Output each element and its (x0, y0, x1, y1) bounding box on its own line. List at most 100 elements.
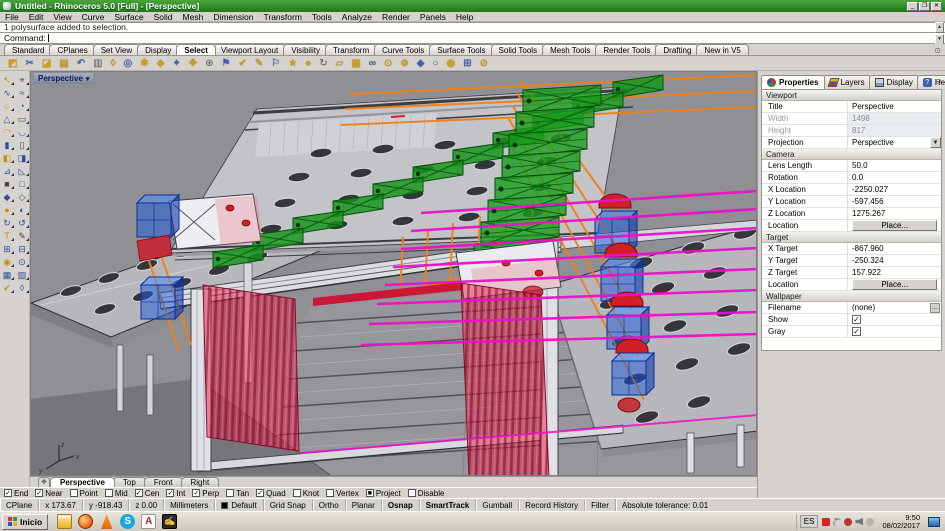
sidebar-tool-icon[interactable]: ◺ (16, 165, 29, 177)
toolbar-icon[interactable]: ○ (432, 57, 438, 70)
osnap-checkbox[interactable]: ✓ (134, 489, 143, 497)
browse-button[interactable]: ... (930, 303, 940, 313)
status-toggle[interactable]: Osnap (382, 499, 420, 511)
clock[interactable]: 9:50 08/02/2017 (878, 513, 924, 530)
sidebar-tool-icon[interactable]: ◧ (1, 152, 14, 164)
toolbar-icon[interactable]: ∞ (369, 57, 376, 70)
tab-options-icon[interactable]: ⊙ (934, 46, 941, 55)
osnap-checkbox[interactable] (226, 489, 235, 497)
panel-tab[interactable]: Layers (822, 75, 871, 89)
close-button[interactable]: ✕ (931, 1, 942, 11)
osnap-checkbox[interactable]: ✓ (4, 489, 12, 497)
toolbar-tab[interactable]: Mesh Tools (542, 44, 599, 55)
sidebar-tool-icon[interactable]: ⊞ (1, 243, 14, 255)
sidebar-tool-icon[interactable]: ✔ (1, 282, 14, 294)
sidebar-tool-icon[interactable]: ↺ (16, 217, 29, 229)
status-toggle[interactable]: Record History (519, 499, 586, 511)
toolbar-tab[interactable]: Visibility (283, 44, 328, 55)
sidebar-tool-icon[interactable]: ◆ (1, 191, 14, 203)
toolbar-icon[interactable]: ⊞ (463, 57, 471, 70)
menu-item[interactable]: View (48, 12, 76, 22)
menu-item[interactable]: Curve (77, 12, 110, 22)
property-row[interactable]: Filename (none)... (762, 302, 941, 314)
target-place-button[interactable]: Place... (852, 279, 938, 290)
osnap-checkbox[interactable] (104, 489, 113, 497)
status-toggle[interactable]: Grid Snap (264, 499, 313, 511)
viewport-tab[interactable]: Front (143, 477, 183, 487)
property-value[interactable]: 157.922 (848, 267, 941, 278)
property-row[interactable]: Lens Length 50.0 (762, 160, 941, 172)
scroll-up-icon[interactable]: ▲ (935, 22, 944, 33)
menu-item[interactable]: Help (451, 12, 478, 22)
taskbar-app-icon[interactable] (57, 514, 73, 529)
toolbar-tab[interactable]: Display (137, 44, 180, 55)
osnap-checkbox[interactable] (407, 489, 416, 497)
panel-tab[interactable]: Properties (761, 75, 825, 89)
toolbar-icon[interactable]: ▣ (351, 57, 360, 70)
osnap-toggle[interactable]: ✓ Int (166, 489, 185, 498)
status-toggle[interactable]: Gumball (476, 499, 520, 511)
sidebar-tool-icon[interactable]: ○ (1, 100, 14, 112)
osnap-checkbox[interactable] (69, 489, 78, 497)
sidebar-tool-icon[interactable]: □ (16, 178, 29, 190)
property-value[interactable]: 0.0 (848, 172, 941, 183)
menu-item[interactable]: Panels (415, 12, 451, 22)
sidebar-tool-icon[interactable]: ▯ (16, 139, 29, 151)
osnap-toggle[interactable]: ✓ Perp (192, 489, 219, 498)
property-row[interactable]: X Location -2250.027 (762, 184, 941, 196)
osnap-checkbox[interactable]: ■ (365, 489, 374, 497)
sidebar-tool-icon[interactable]: ▦ (1, 269, 14, 281)
sidebar-tool-icon[interactable]: ↖ (1, 74, 14, 86)
property-row[interactable]: Projection Perspective ▼ (762, 137, 941, 149)
property-row[interactable]: Show ✓ (762, 314, 941, 326)
toolbar-tab[interactable]: Set View (92, 44, 141, 55)
toolbar-icon[interactable]: ✎ (255, 57, 263, 70)
sidebar-tool-icon[interactable]: ▭ (16, 113, 29, 125)
toolbar-icon[interactable]: ◎ (124, 57, 133, 70)
property-row[interactable]: Rotation 0.0 (762, 172, 941, 184)
status-toggle[interactable]: Filter (585, 499, 616, 511)
viewport-tab[interactable]: Right (180, 477, 220, 487)
property-value[interactable]: -2250.027 (848, 184, 941, 195)
network-icon[interactable] (928, 516, 940, 527)
sidebar-tool-icon[interactable]: ◨ (16, 152, 29, 164)
toolbar-icon[interactable]: ★ (288, 57, 297, 70)
new-viewport-icon[interactable]: ❖ (38, 477, 50, 487)
osnap-checkbox[interactable]: ✓ (35, 489, 44, 497)
toolbar-icon[interactable]: ✂ (25, 57, 33, 70)
toolbar-icon[interactable]: ✱ (140, 57, 148, 70)
toolbar-tab[interactable]: Curve Tools (374, 44, 433, 55)
property-row[interactable]: Y Target -250.324 (762, 255, 941, 267)
sidebar-tool-icon[interactable]: ✎ (16, 230, 29, 242)
sidebar-tool-icon[interactable]: ▧ (16, 269, 29, 281)
command-input[interactable]: Command: (0, 33, 945, 44)
property-row[interactable]: Title Perspective (762, 101, 941, 113)
toolbar-icon[interactable]: ◪ (42, 57, 51, 70)
toolbar-icon[interactable]: ◉ (447, 57, 456, 70)
osnap-toggle[interactable]: Mid (104, 489, 128, 498)
sidebar-tool-icon[interactable]: △ (1, 113, 14, 125)
toolbar-icon[interactable]: ⊘ (480, 57, 488, 70)
osnap-toggle[interactable]: Knot (292, 489, 319, 498)
property-row[interactable]: Z Target 157.922 (762, 267, 941, 279)
property-value[interactable]: -250.324 (848, 255, 941, 266)
sidebar-tool-icon[interactable]: ⊟ (16, 243, 29, 255)
dropdown-arrow-icon[interactable]: ▼ (930, 137, 941, 148)
toolbar-icon[interactable]: ⊕ (205, 57, 213, 70)
sidebar-tool-icon[interactable]: ≈ (16, 87, 29, 99)
sidebar-tool-icon[interactable]: ⊿ (1, 165, 14, 177)
osnap-checkbox[interactable]: ✓ (192, 489, 201, 497)
sidebar-tool-icon[interactable]: T (1, 230, 14, 242)
viewport-title-tab[interactable]: Perspective ▾ (34, 73, 94, 84)
osnap-toggle[interactable]: Tan (226, 489, 249, 498)
sidebar-tool-icon[interactable]: ◡ (16, 126, 29, 138)
viewport-tab[interactable]: Perspective (50, 477, 115, 487)
command-scrollbar[interactable]: ▲ ▼ (935, 22, 944, 45)
property-row[interactable]: Y Location -597.456 (762, 196, 941, 208)
property-value[interactable]: 50.0 (848, 160, 941, 171)
toolbar-icon[interactable]: ▤ (59, 57, 68, 70)
toolbar-tab[interactable]: Surface Tools (429, 44, 494, 55)
menu-item[interactable]: Dimension (208, 12, 258, 22)
osnap-toggle[interactable]: ■ Project (365, 489, 401, 498)
sidebar-tool-icon[interactable]: ■ (1, 178, 14, 190)
